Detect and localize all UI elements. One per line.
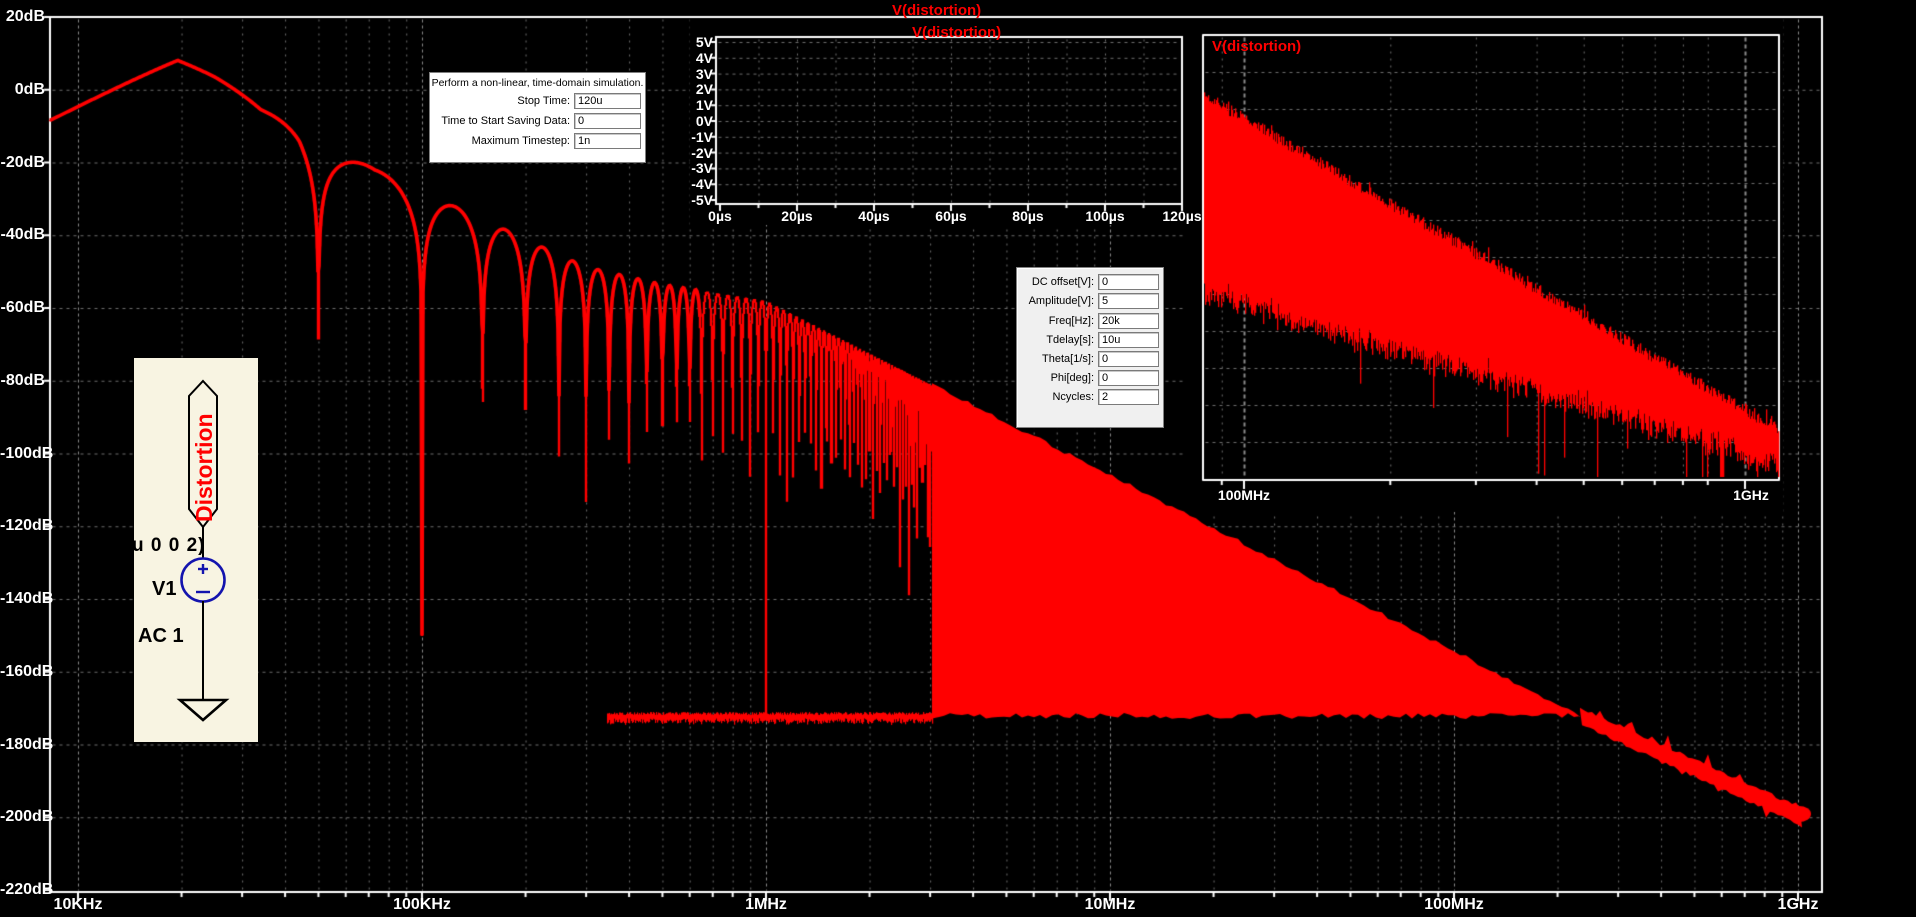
time-inset-y-label: -3V [691, 160, 713, 177]
main-y-axis-label: -200dB [0, 808, 54, 826]
time-inset-x-label: 100µs [1085, 208, 1125, 224]
rf-inset-x-label: 1GHz [1733, 487, 1769, 503]
main-y-axis-label: -140dB [0, 590, 54, 607]
sine-field-row: Theta[1/s]: [1017, 350, 1163, 367]
net-label-distortion[interactable]: Distortion [191, 413, 217, 522]
main-x-axis-label: 10KHz [53, 896, 103, 913]
spice-directive-fragment[interactable]: u 0 0 2) [132, 535, 205, 556]
sine-field-label: Amplitude[V]: [1028, 295, 1094, 308]
time-inset-x-label: 60µs [935, 208, 967, 224]
main-x-axis-label: 1GHz [1777, 896, 1819, 913]
main-y-axis-label: -160dB [0, 662, 54, 680]
main-y-axis-label: -80dB [0, 371, 45, 389]
time-inset-y-label: 2V [695, 81, 713, 98]
transient-field-row: Time to Start Saving Data: [430, 113, 645, 129]
main-x-axis-label: 100MHz [1424, 896, 1484, 913]
main-x-axis-label: 1MHz [745, 896, 787, 913]
time-inset-x-label: 80µs [1012, 208, 1044, 224]
time-inset-y-label: 5V [695, 34, 713, 50]
transient-field-label: Maximum Timestep: [471, 135, 570, 147]
sine-field-input[interactable] [1098, 331, 1159, 348]
schematic-fragment[interactable]: Distortion V1 u 0 0 2) AC 1 [132, 358, 258, 742]
transient-field-label: Stop Time: [517, 95, 570, 107]
transient-field-input[interactable] [574, 113, 641, 129]
sine-source-dialog[interactable]: DC offset[V]: Amplitude[V]: Freq[Hz]: Tdela… [1016, 267, 1164, 428]
transient-dialog-title: Perform a non-linear, time-domain simula… [431, 77, 644, 89]
time-inset-y-label: -5V [691, 192, 713, 208]
sine-field-row: Amplitude[V]: [1017, 293, 1163, 310]
sine-field-input[interactable] [1098, 293, 1159, 310]
schematic-canvas: Distortion V1 u 0 0 2) AC 1 [132, 379, 230, 722]
main-trace-title[interactable]: V(distortion) [892, 2, 981, 19]
main-x-axis-label: 100KHz [393, 896, 451, 913]
sine-field-input[interactable] [1098, 370, 1159, 387]
sine-field-label: Tdelay[s]: [1046, 333, 1094, 346]
transient-dialog[interactable]: Perform a non-linear, time-domain simula… [429, 72, 646, 163]
transient-field-row: Maximum Timestep: [430, 133, 645, 149]
sine-field-row: Ncycles: [1017, 389, 1163, 406]
designator-v1[interactable]: V1 [152, 578, 176, 600]
sine-field-label: Freq[Hz]: [1048, 314, 1094, 327]
ground-symbol[interactable] [176, 698, 230, 722]
main-x-axis-label: 10MHz [1084, 896, 1136, 913]
main-y-axis-label: -40dB [0, 226, 45, 244]
time-inset-trace-title[interactable]: V(distortion) [912, 24, 1001, 41]
sine-field-row: Phi[deg]: [1017, 370, 1163, 387]
rf-inset-x-label: 100MHz [1217, 487, 1271, 503]
transient-field-input[interactable] [574, 93, 641, 109]
time-inset-y-label: 3V [695, 65, 713, 82]
ac-spec-text[interactable]: AC 1 [138, 625, 184, 647]
main-y-axis-label: -120dB [0, 517, 54, 535]
main-y-axis-label: -60dB [0, 299, 45, 316]
time-inset-x-label: 20µs [781, 208, 813, 224]
transient-field-label: Time to Start Saving Data: [441, 115, 570, 127]
main-y-axis-label: -100dB [0, 444, 54, 462]
sine-field-input[interactable] [1098, 274, 1159, 291]
sine-field-label: Ncycles: [1052, 391, 1094, 404]
sine-field-input[interactable] [1098, 350, 1159, 367]
time-inset-y-label: 4V [695, 49, 713, 66]
sine-field-row: Freq[Hz]: [1017, 312, 1163, 329]
sine-field-input[interactable] [1098, 312, 1159, 329]
waveform-plot-pane[interactable] [0, 0, 1916, 917]
time-inset-y-label: 0V [695, 113, 713, 129]
time-inset-y-label: 1V [695, 97, 713, 114]
sine-field-label: DC offset[V]: [1031, 276, 1094, 289]
time-inset-y-label: -4V [691, 176, 713, 193]
transient-field-row: Stop Time: [430, 93, 645, 109]
main-y-axis-label: -20dB [0, 153, 45, 171]
main-y-axis-label: 20dB [5, 8, 45, 25]
time-inset-y-label: -2V [691, 144, 713, 161]
time-inset-x-label: 120µs [1162, 208, 1202, 224]
sine-field-label: Phi[deg]: [1050, 372, 1094, 385]
time-inset-x-label: 40µs [858, 208, 890, 224]
sine-field-input[interactable] [1098, 389, 1159, 406]
rf-inset-trace-title[interactable]: V(distortion) [1212, 38, 1301, 55]
time-inset-x-label: 0µs [708, 208, 732, 224]
main-y-axis-label: 0dB [14, 80, 45, 98]
time-inset-y-label: -1V [691, 128, 713, 145]
main-y-axis-label: -180dB [0, 735, 54, 753]
sine-field-label: Theta[1/s]: [1042, 352, 1094, 365]
sine-field-row: DC offset[V]: [1017, 274, 1163, 291]
transient-field-input[interactable] [574, 133, 641, 149]
ltspice-window: { "app": {"background": "#000000"}, "col… [0, 0, 1916, 917]
sine-field-row: Tdelay[s]: [1017, 331, 1163, 348]
